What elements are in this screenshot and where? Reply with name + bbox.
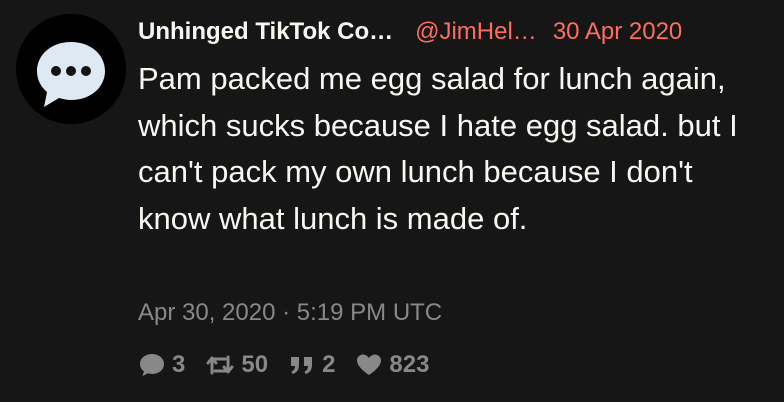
- retweets-count: 50: [241, 351, 269, 378]
- retweet-icon: [205, 353, 235, 377]
- likes-count: 823: [389, 351, 430, 378]
- speech-bubble-ellipsis-icon: [16, 14, 126, 124]
- quote-icon: [288, 353, 316, 377]
- avatar[interactable]: [16, 14, 126, 124]
- replies-count: 3: [172, 351, 186, 378]
- tweet-date-link[interactable]: 30 Apr 2020: [553, 18, 682, 46]
- username-link[interactable]: @JimHel…: [415, 18, 537, 46]
- retweets-stat[interactable]: 50: [205, 351, 268, 379]
- quotes-stat[interactable]: 2: [288, 351, 335, 379]
- published-timestamp: Apr 30, 2020 · 5:19 PM UTC: [138, 299, 443, 326]
- comment-icon: [138, 352, 166, 378]
- tweet-header: Unhinged TikTok Co… @JimHel… 30 Apr 2020: [138, 15, 682, 49]
- heart-icon: [355, 353, 383, 377]
- quotes-count: 2: [322, 351, 336, 378]
- likes-stat[interactable]: 823: [355, 351, 429, 379]
- fullname-link[interactable]: Unhinged TikTok Co…: [138, 18, 393, 46]
- tweet-content: Pam packed me egg salad for lunch again,…: [138, 61, 738, 236]
- tweet-stats: 3 50 2 823: [138, 348, 449, 382]
- replies-stat[interactable]: 3: [138, 351, 185, 379]
- tweet: Unhinged TikTok Co… @JimHel… 30 Apr 2020…: [0, 0, 784, 402]
